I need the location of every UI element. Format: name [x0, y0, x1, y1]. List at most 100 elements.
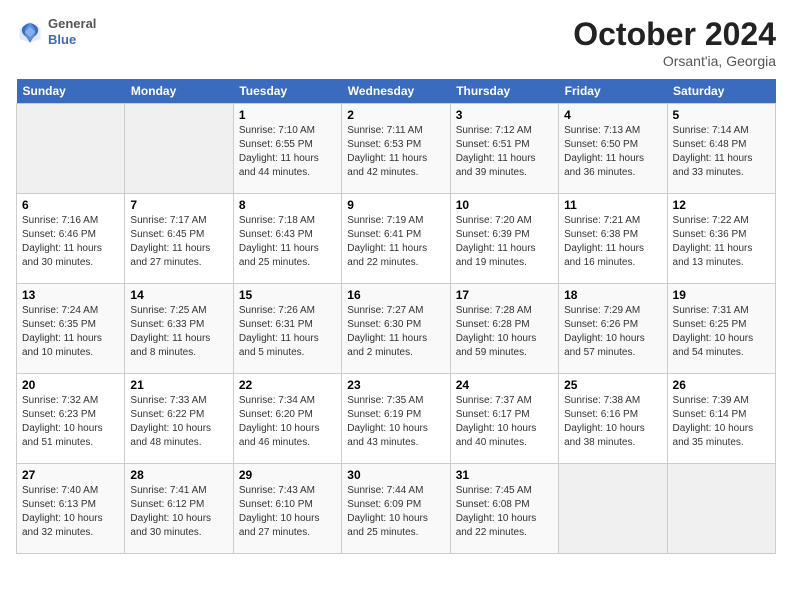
calendar-cell: 20 Sunrise: 7:32 AMSunset: 6:23 PMDayligh… — [17, 374, 125, 464]
day-info: Sunrise: 7:13 AMSunset: 6:50 PMDaylight:… — [564, 124, 661, 180]
page-header: General Blue October 2024 Orsant'ia, Geo… — [16, 16, 776, 69]
day-info: Sunrise: 7:31 AMSunset: 6:25 PMDaylight:… — [673, 304, 770, 360]
calendar-cell: 9 Sunrise: 7:19 AMSunset: 6:41 PMDaylight… — [342, 194, 450, 284]
day-number: 5 — [673, 108, 770, 122]
calendar-week-1: 1 Sunrise: 7:10 AMSunset: 6:55 PMDaylight… — [17, 104, 776, 194]
calendar-cell: 4Sunrise: 7:13 AMSunset: 6:50 PMDaylight… — [559, 104, 667, 194]
day-number: 22 — [239, 378, 336, 392]
calendar-cell: 28 Sunrise: 7:41 AMSunset: 6:12 PMDayligh… — [125, 464, 233, 554]
header-row: SundayMondayTuesdayWednesdayThursdayFrid… — [17, 79, 776, 104]
day-info: Sunrise: 7:38 AMSunset: 6:16 PMDaylight:… — [564, 394, 661, 450]
calendar-week-2: 6 Sunrise: 7:16 AMSunset: 6:46 PMDaylight… — [17, 194, 776, 284]
day-number: 28 — [130, 468, 227, 482]
day-info: Sunrise: 7:44 AMSunset: 6:09 PMDaylight:… — [347, 484, 444, 540]
day-number: 13 — [22, 288, 119, 302]
day-number: 15 — [239, 288, 336, 302]
calendar-cell: 25 Sunrise: 7:38 AMSunset: 6:16 PMDayligh… — [559, 374, 667, 464]
calendar-cell: 7Sunrise: 7:17 AMSunset: 6:45 PMDaylight… — [125, 194, 233, 284]
calendar-cell: 11Sunrise: 7:21 AMSunset: 6:38 PMDayligh… — [559, 194, 667, 284]
calendar-cell: 19Sunrise: 7:31 AMSunset: 6:25 PMDayligh… — [667, 284, 775, 374]
day-number: 6 — [22, 198, 119, 212]
header-cell-monday: Monday — [125, 79, 233, 104]
calendar-cell: 10 Sunrise: 7:20 AMSunset: 6:39 PMDayligh… — [450, 194, 558, 284]
day-info: Sunrise: 7:24 AMSunset: 6:35 PMDaylight:… — [22, 304, 119, 360]
calendar-week-3: 13 Sunrise: 7:24 AMSunset: 6:35 PMDayligh… — [17, 284, 776, 374]
day-info: Sunrise: 7:29 AMSunset: 6:26 PMDaylight:… — [564, 304, 661, 360]
logo-icon — [16, 18, 44, 46]
calendar-cell: 13 Sunrise: 7:24 AMSunset: 6:35 PMDayligh… — [17, 284, 125, 374]
header-cell-thursday: Thursday — [450, 79, 558, 104]
calendar-cell: 12 Sunrise: 7:22 AMSunset: 6:36 PMDayligh… — [667, 194, 775, 284]
calendar-cell: 21Sunrise: 7:33 AMSunset: 6:22 PMDayligh… — [125, 374, 233, 464]
day-number: 3 — [456, 108, 553, 122]
location-text: Orsant'ia, Georgia — [573, 53, 776, 69]
calendar-cell: 22Sunrise: 7:34 AMSunset: 6:20 PMDayligh… — [233, 374, 341, 464]
day-info: Sunrise: 7:11 AMSunset: 6:53 PMDaylight:… — [347, 124, 444, 180]
calendar-week-5: 27 Sunrise: 7:40 AMSunset: 6:13 PMDayligh… — [17, 464, 776, 554]
day-info: Sunrise: 7:18 AMSunset: 6:43 PMDaylight:… — [239, 214, 336, 270]
calendar-cell: 2 Sunrise: 7:11 AMSunset: 6:53 PMDaylight… — [342, 104, 450, 194]
calendar-cell: 8 Sunrise: 7:18 AMSunset: 6:43 PMDaylight… — [233, 194, 341, 284]
calendar-cell: 1 Sunrise: 7:10 AMSunset: 6:55 PMDaylight… — [233, 104, 341, 194]
day-info: Sunrise: 7:39 AMSunset: 6:14 PMDaylight:… — [673, 394, 770, 450]
calendar-cell: 16 Sunrise: 7:27 AMSunset: 6:30 PMDayligh… — [342, 284, 450, 374]
day-info: Sunrise: 7:10 AMSunset: 6:55 PMDaylight:… — [239, 124, 336, 180]
calendar-cell: 23 Sunrise: 7:35 AMSunset: 6:19 PMDayligh… — [342, 374, 450, 464]
day-info: Sunrise: 7:26 AMSunset: 6:31 PMDaylight:… — [239, 304, 336, 360]
calendar-cell: 27 Sunrise: 7:40 AMSunset: 6:13 PMDayligh… — [17, 464, 125, 554]
day-info: Sunrise: 7:16 AMSunset: 6:46 PMDaylight:… — [22, 214, 119, 270]
day-info: Sunrise: 7:28 AMSunset: 6:28 PMDaylight:… — [456, 304, 553, 360]
calendar-cell: 31 Sunrise: 7:45 AMSunset: 6:08 PMDayligh… — [450, 464, 558, 554]
calendar-table: SundayMondayTuesdayWednesdayThursdayFrid… — [16, 79, 776, 554]
day-info: Sunrise: 7:17 AMSunset: 6:45 PMDaylight:… — [130, 214, 227, 270]
day-number: 31 — [456, 468, 553, 482]
calendar-cell: 15 Sunrise: 7:26 AMSunset: 6:31 PMDayligh… — [233, 284, 341, 374]
day-info: Sunrise: 7:43 AMSunset: 6:10 PMDaylight:… — [239, 484, 336, 540]
day-info: Sunrise: 7:21 AMSunset: 6:38 PMDaylight:… — [564, 214, 661, 270]
calendar-header: SundayMondayTuesdayWednesdayThursdayFrid… — [17, 79, 776, 104]
day-number: 14 — [130, 288, 227, 302]
header-cell-saturday: Saturday — [667, 79, 775, 104]
day-number: 2 — [347, 108, 444, 122]
day-info: Sunrise: 7:19 AMSunset: 6:41 PMDaylight:… — [347, 214, 444, 270]
day-number: 12 — [673, 198, 770, 212]
day-number: 1 — [239, 108, 336, 122]
calendar-cell — [125, 104, 233, 194]
calendar-body: 1 Sunrise: 7:10 AMSunset: 6:55 PMDaylight… — [17, 104, 776, 554]
day-number: 23 — [347, 378, 444, 392]
day-number: 20 — [22, 378, 119, 392]
header-cell-wednesday: Wednesday — [342, 79, 450, 104]
calendar-cell: 3 Sunrise: 7:12 AMSunset: 6:51 PMDaylight… — [450, 104, 558, 194]
calendar-cell: 30 Sunrise: 7:44 AMSunset: 6:09 PMDayligh… — [342, 464, 450, 554]
calendar-cell: 5Sunrise: 7:14 AMSunset: 6:48 PMDaylight… — [667, 104, 775, 194]
calendar-cell: 24Sunrise: 7:37 AMSunset: 6:17 PMDayligh… — [450, 374, 558, 464]
day-info: Sunrise: 7:27 AMSunset: 6:30 PMDaylight:… — [347, 304, 444, 360]
day-number: 16 — [347, 288, 444, 302]
day-number: 8 — [239, 198, 336, 212]
month-title: October 2024 — [573, 16, 776, 53]
day-info: Sunrise: 7:40 AMSunset: 6:13 PMDaylight:… — [22, 484, 119, 540]
header-cell-tuesday: Tuesday — [233, 79, 341, 104]
day-number: 27 — [22, 468, 119, 482]
day-number: 24 — [456, 378, 553, 392]
day-info: Sunrise: 7:45 AMSunset: 6:08 PMDaylight:… — [456, 484, 553, 540]
day-info: Sunrise: 7:32 AMSunset: 6:23 PMDaylight:… — [22, 394, 119, 450]
calendar-cell: 17Sunrise: 7:28 AMSunset: 6:28 PMDayligh… — [450, 284, 558, 374]
day-info: Sunrise: 7:35 AMSunset: 6:19 PMDaylight:… — [347, 394, 444, 450]
day-info: Sunrise: 7:20 AMSunset: 6:39 PMDaylight:… — [456, 214, 553, 270]
day-number: 9 — [347, 198, 444, 212]
day-number: 10 — [456, 198, 553, 212]
day-number: 25 — [564, 378, 661, 392]
day-number: 26 — [673, 378, 770, 392]
logo-blue-text: Blue — [48, 32, 96, 48]
day-info: Sunrise: 7:33 AMSunset: 6:22 PMDaylight:… — [130, 394, 227, 450]
day-number: 29 — [239, 468, 336, 482]
header-cell-friday: Friday — [559, 79, 667, 104]
header-cell-sunday: Sunday — [17, 79, 125, 104]
calendar-cell — [17, 104, 125, 194]
day-info: Sunrise: 7:41 AMSunset: 6:12 PMDaylight:… — [130, 484, 227, 540]
day-number: 30 — [347, 468, 444, 482]
day-info: Sunrise: 7:22 AMSunset: 6:36 PMDaylight:… — [673, 214, 770, 270]
day-info: Sunrise: 7:12 AMSunset: 6:51 PMDaylight:… — [456, 124, 553, 180]
day-info: Sunrise: 7:25 AMSunset: 6:33 PMDaylight:… — [130, 304, 227, 360]
